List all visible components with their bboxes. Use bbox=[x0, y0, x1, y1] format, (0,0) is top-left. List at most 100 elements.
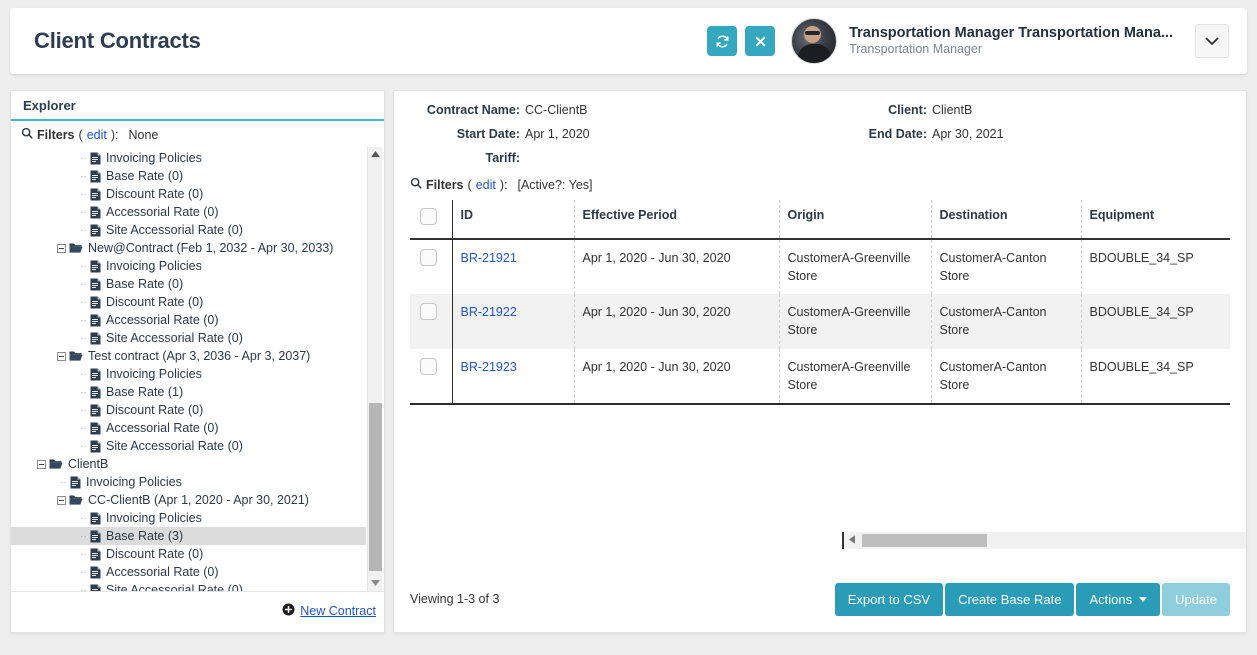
table-row[interactable]: BR-21923Apr 1, 2020 - Jun 30, 2020Custom… bbox=[410, 349, 1230, 403]
explorer-filters-paren: ( bbox=[79, 128, 83, 142]
table-horizontal-scrollbar[interactable] bbox=[842, 532, 1247, 549]
cell-destination: CustomerA-Canton Store bbox=[931, 349, 1081, 403]
tree-folder-node[interactable]: Test contract (Apr 3, 2036 - Apr 3, 2037… bbox=[11, 347, 366, 365]
explorer-footer: New Contract bbox=[11, 592, 384, 630]
end-date-label: End Date: bbox=[865, 127, 927, 141]
tree-folder-node[interactable]: New@Contract (Feb 1, 2032 - Apr 30, 2033… bbox=[11, 239, 366, 257]
close-button[interactable] bbox=[745, 26, 775, 56]
page-title: Client Contracts bbox=[34, 28, 201, 54]
file-icon bbox=[90, 368, 101, 381]
row-checkbox[interactable] bbox=[420, 303, 437, 320]
tree-file-node[interactable]: ··Discount Rate (0) bbox=[11, 293, 366, 311]
user-menu-button[interactable] bbox=[1195, 24, 1229, 58]
tree-file-node[interactable]: ··Accessorial Rate (0) bbox=[11, 311, 366, 329]
tree-file-node[interactable]: ··Invoicing Policies bbox=[11, 149, 366, 167]
scroll-up-arrow-icon[interactable] bbox=[368, 147, 383, 162]
horizontal-scroll-thumb[interactable] bbox=[862, 534, 987, 547]
base-rate-id-link[interactable]: BR-21922 bbox=[461, 305, 517, 319]
file-icon bbox=[90, 278, 101, 291]
explorer-filters-label: Filters bbox=[37, 128, 75, 142]
tree-node-label: Test contract (Apr 3, 2036 - Apr 3, 2037… bbox=[88, 349, 310, 363]
column-header-id[interactable]: ID bbox=[452, 200, 574, 239]
column-header-origin[interactable]: Origin bbox=[779, 200, 931, 239]
tree-file-node[interactable]: ··Site Accessorial Rate (0) bbox=[11, 329, 366, 347]
tree-file-node[interactable]: ··Discount Rate (0) bbox=[11, 401, 366, 419]
tree-file-node[interactable]: ··Site Accessorial Rate (0) bbox=[11, 437, 366, 455]
tree-file-node[interactable]: ··Accessorial Rate (0) bbox=[11, 203, 366, 221]
base-rate-id-link[interactable]: BR-21923 bbox=[461, 360, 517, 374]
tree-guide-dots: ·· bbox=[77, 315, 90, 326]
new-contract-label[interactable]: New Contract bbox=[300, 604, 376, 618]
tree-file-node[interactable]: ··Base Rate (3) bbox=[11, 527, 366, 545]
tree-folder-node[interactable]: CC-ClientB (Apr 1, 2020 - Apr 30, 2021) bbox=[11, 491, 366, 509]
row-checkbox[interactable] bbox=[420, 358, 437, 375]
tree-file-node[interactable]: ··Accessorial Rate (0) bbox=[11, 563, 366, 581]
update-button[interactable]: Update bbox=[1162, 583, 1230, 616]
client-value-link[interactable]: ClientB bbox=[932, 103, 972, 117]
tree-file-node[interactable]: ··Base Rate (1) bbox=[11, 383, 366, 401]
scroll-down-arrow-icon[interactable] bbox=[368, 576, 383, 591]
row-checkbox[interactable] bbox=[420, 249, 437, 266]
column-header-effective-period[interactable]: Effective Period bbox=[574, 200, 779, 239]
tree-collapse-toggle[interactable] bbox=[57, 496, 66, 505]
create-base-rate-button[interactable]: Create Base Rate bbox=[945, 583, 1074, 616]
tariff-field: Tariff: bbox=[410, 151, 865, 165]
tree-file-node[interactable]: ··Base Rate (0) bbox=[11, 167, 366, 185]
explorer-filters-edit-link[interactable]: edit bbox=[87, 128, 107, 142]
tree-scroll-thumb[interactable] bbox=[369, 403, 382, 571]
tree-file-node[interactable]: ··Invoicing Policies bbox=[11, 509, 366, 527]
cell-id: BR-21922 bbox=[452, 294, 574, 348]
tree-node-label: Discount Rate (0) bbox=[106, 403, 203, 417]
tree-file-node[interactable]: ··Site Accessorial Rate (0) bbox=[11, 581, 366, 592]
tree-file-node[interactable]: ··Invoicing Policies bbox=[11, 365, 366, 383]
caret-down-icon bbox=[1139, 597, 1147, 602]
new-contract-link[interactable]: New Contract bbox=[282, 603, 376, 619]
top-bar-actions: Transportation Manager Transportation Ma… bbox=[707, 18, 1229, 64]
contract-name-label: Contract Name: bbox=[410, 103, 520, 117]
file-icon bbox=[90, 188, 101, 201]
column-header-destination[interactable]: Destination bbox=[931, 200, 1081, 239]
tree-node-label: Discount Rate (0) bbox=[106, 187, 203, 201]
user-role: Transportation Manager bbox=[849, 42, 1173, 58]
tree-collapse-toggle[interactable] bbox=[37, 460, 46, 469]
tree-guide-dots: ·· bbox=[77, 441, 90, 452]
tree-file-node[interactable]: ··Invoicing Policies bbox=[11, 473, 366, 491]
cell-id: BR-21923 bbox=[452, 349, 574, 403]
refresh-button[interactable] bbox=[707, 26, 737, 56]
tree-collapse-toggle[interactable] bbox=[57, 244, 66, 253]
row-select-cell bbox=[410, 294, 452, 348]
table-row[interactable]: BR-21922Apr 1, 2020 - Jun 30, 2020Custom… bbox=[410, 294, 1230, 348]
actions-dropdown-button[interactable]: Actions bbox=[1076, 583, 1160, 616]
row-select-cell bbox=[410, 239, 452, 294]
tree-node-label: Base Rate (3) bbox=[106, 529, 183, 543]
contract-meta-row-3: Tariff: bbox=[410, 151, 1230, 165]
search-icon bbox=[21, 127, 33, 142]
export-to-csv-button[interactable]: Export to CSV bbox=[835, 583, 943, 616]
table-row[interactable]: BR-21921 Apr 1, 2020 - Jun 30, 2020 Custom… bbox=[410, 239, 1230, 294]
tree-collapse-toggle[interactable] bbox=[57, 352, 66, 361]
cell-destination: CustomerA-Canton Store bbox=[931, 294, 1081, 348]
select-all-checkbox[interactable] bbox=[420, 208, 437, 225]
explorer-filters: Filters (edit): None bbox=[11, 121, 384, 147]
tree-file-node[interactable]: ··Base Rate (0) bbox=[11, 275, 366, 293]
avatar bbox=[791, 18, 837, 64]
tree-file-node[interactable]: ··Site Accessorial Rate (0) bbox=[11, 221, 366, 239]
tree-file-node[interactable]: ··Invoicing Policies bbox=[11, 257, 366, 275]
cell-destination: CustomerA-Canton Store bbox=[931, 239, 1081, 294]
tree-file-node[interactable]: ··Discount Rate (0) bbox=[11, 545, 366, 563]
table-header-row: ID Effective Period Origin Destination E… bbox=[410, 200, 1230, 239]
base-rate-id-link[interactable]: BR-21921 bbox=[461, 251, 517, 265]
table-filters-edit-link[interactable]: edit bbox=[476, 178, 496, 192]
scroll-left-arrow-icon[interactable] bbox=[844, 535, 860, 546]
tree-folder-node[interactable]: ClientB bbox=[11, 455, 366, 473]
tree-vertical-scrollbar[interactable] bbox=[367, 147, 382, 591]
tree-file-node[interactable]: ··Discount Rate (0) bbox=[11, 185, 366, 203]
cell-equipment: BDOUBLE_34_SP bbox=[1081, 349, 1230, 403]
cell-effective-period: Apr 1, 2020 - Jun 30, 2020 bbox=[574, 239, 779, 294]
tree-guide-dots: ·· bbox=[77, 207, 90, 218]
tree-file-node[interactable]: ··Accessorial Rate (0) bbox=[11, 419, 366, 437]
table-filters-colon: ): bbox=[500, 178, 508, 192]
contract-meta-row-1: Contract Name: CC-ClientB Client: Client… bbox=[410, 103, 1230, 117]
column-header-equipment[interactable]: Equipment bbox=[1081, 200, 1230, 239]
explorer-panel: Explorer Filters (edit): None ··Invoicin… bbox=[10, 90, 385, 633]
